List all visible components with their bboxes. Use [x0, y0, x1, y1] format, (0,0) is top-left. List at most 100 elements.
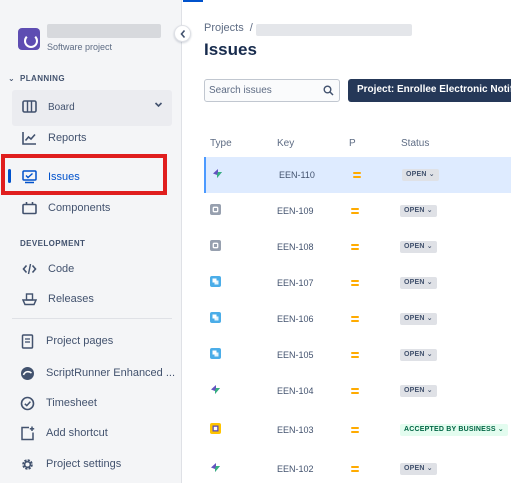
sidebar-item-label: Reports — [48, 132, 87, 144]
status-dropdown[interactable]: OPEN ⌄ — [400, 241, 437, 253]
subtask-type-icon — [210, 204, 221, 215]
breadcrumb-project-redacted[interactable] — [256, 24, 412, 36]
sidebar: Software project ⌄ PLANNING Board Report… — [0, 0, 182, 483]
status-dropdown[interactable]: OPEN ⌄ — [400, 313, 437, 325]
active-tab-underline — [183, 0, 203, 2]
status-dropdown[interactable]: OPEN ⌄ — [400, 277, 437, 289]
epic-type-icon — [211, 463, 220, 472]
page-title: Issues — [204, 40, 257, 59]
sidebar-item-label: Code — [48, 263, 75, 275]
project-header[interactable]: Software project — [12, 18, 177, 58]
code-icon — [22, 263, 37, 275]
table-row[interactable]: EEN-103 ACCEPTED BY BUSINESS ⌄ — [204, 412, 511, 448]
status-dropdown[interactable]: OPEN ⌄ — [400, 385, 437, 397]
column-header-status[interactable]: Status — [401, 138, 429, 149]
issue-key[interactable]: EEN-104 — [277, 386, 314, 396]
priority-medium-icon — [351, 352, 359, 360]
issue-key[interactable]: EEN-108 — [277, 242, 314, 252]
priority-medium-icon — [351, 244, 359, 252]
collapse-sidebar-button[interactable] — [174, 25, 191, 42]
custom-type-icon — [210, 423, 221, 434]
issue-key[interactable]: EEN-102 — [277, 464, 314, 474]
issue-key[interactable]: EEN-109 — [277, 206, 314, 216]
sidebar-item-label: Project pages — [46, 335, 114, 347]
priority-medium-icon — [351, 208, 359, 216]
releases-icon — [22, 293, 37, 306]
highlight-annotation — [1, 154, 167, 195]
priority-medium-icon — [351, 427, 359, 435]
priority-medium-icon — [351, 388, 359, 396]
project-avatar — [18, 28, 40, 50]
reports-icon — [22, 132, 36, 145]
sidebar-item-code[interactable]: Code — [12, 254, 172, 284]
priority-medium-icon — [353, 172, 361, 180]
sidebar-item-label: ScriptRunner Enhanced ... — [46, 367, 176, 379]
breadcrumb-projects[interactable]: Projects — [204, 22, 244, 34]
scriptrunner-icon — [21, 367, 34, 380]
search-icon — [323, 85, 334, 96]
sidebar-item-project-settings[interactable]: Project settings — [12, 449, 172, 479]
divider — [12, 318, 172, 319]
sidebar-item-label: Add shortcut — [46, 427, 108, 439]
table-row[interactable]: EEN-110 OPEN ⌄ — [204, 157, 511, 193]
table-row[interactable]: EEN-105 OPEN ⌄ — [204, 337, 511, 373]
sidebar-item-scriptrunner[interactable]: ScriptRunner Enhanced ... — [12, 358, 176, 388]
sidebar-item-label: Releases — [48, 293, 94, 305]
table-row[interactable]: EEN-104 OPEN ⌄ — [204, 373, 511, 409]
issue-key[interactable]: EEN-103 — [277, 425, 314, 435]
chevron-down-icon: ⌄ — [8, 74, 16, 83]
story-type-icon — [210, 312, 221, 323]
chevron-left-icon — [180, 29, 186, 39]
development-section-title: DEVELOPMENT — [20, 239, 86, 248]
sidebar-item-reports[interactable]: Reports — [12, 123, 172, 153]
issue-key[interactable]: EEN-107 — [277, 278, 314, 288]
document-icon — [21, 334, 34, 349]
status-dropdown[interactable]: ACCEPTED BY BUSINESS ⌄ — [400, 424, 508, 436]
project-type: Software project — [47, 42, 113, 52]
column-header-priority[interactable]: P — [349, 138, 356, 149]
sidebar-item-board[interactable]: Board — [12, 90, 172, 126]
priority-medium-icon — [351, 466, 359, 474]
sidebar-item-timesheet[interactable]: Timesheet — [12, 388, 172, 418]
sidebar-item-label: Timesheet — [46, 397, 97, 409]
issue-key[interactable]: EEN-105 — [277, 350, 314, 360]
priority-medium-icon — [351, 316, 359, 324]
table-row[interactable]: EEN-109 OPEN ⌄ — [204, 193, 511, 229]
project-filter-button[interactable]: Project: Enrollee Electronic Notif — [348, 79, 511, 102]
sidebar-item-project-pages[interactable]: Project pages — [12, 326, 172, 356]
subtask-type-icon — [210, 240, 221, 251]
table-row[interactable]: EEN-107 OPEN ⌄ — [204, 265, 511, 301]
sidebar-item-label: Components — [48, 202, 111, 214]
column-header-type[interactable]: Type — [210, 138, 232, 149]
issue-key[interactable]: EEN-106 — [277, 314, 314, 324]
status-dropdown[interactable]: OPEN ⌄ — [400, 463, 437, 475]
gear-icon — [22, 459, 33, 470]
table-row[interactable]: EEN-108 OPEN ⌄ — [204, 229, 511, 265]
main-content: Projects / Issues Project: Enrollee Elect… — [183, 0, 511, 483]
chevron-down-icon[interactable] — [154, 100, 163, 109]
search-box[interactable] — [204, 79, 340, 102]
clock-icon — [20, 396, 35, 411]
components-icon — [22, 202, 37, 215]
project-name-redacted — [47, 24, 161, 38]
sidebar-item-label: Project settings — [46, 458, 122, 470]
add-shortcut-icon — [21, 426, 35, 441]
issue-key[interactable]: EEN-110 — [279, 170, 315, 180]
status-dropdown[interactable]: OPEN ⌄ — [400, 205, 437, 217]
planning-section-title[interactable]: ⌄ PLANNING — [8, 74, 65, 83]
column-header-key[interactable]: Key — [277, 138, 294, 149]
story-type-icon — [210, 276, 221, 287]
status-dropdown[interactable]: OPEN ⌄ — [400, 349, 437, 361]
search-input[interactable] — [209, 83, 319, 98]
board-icon — [22, 100, 37, 113]
story-type-icon — [210, 348, 221, 359]
table-row[interactable]: EEN-106 OPEN ⌄ — [204, 301, 511, 337]
status-dropdown[interactable]: OPEN ⌄ — [402, 169, 439, 181]
epic-type-icon — [211, 385, 220, 394]
breadcrumb-separator: / — [249, 22, 253, 34]
sidebar-item-releases[interactable]: Releases — [12, 284, 172, 314]
table-row[interactable]: EEN-102 OPEN ⌄ — [204, 451, 511, 483]
sidebar-item-add-shortcut[interactable]: Add shortcut — [12, 418, 172, 448]
sidebar-item-label: Board — [48, 102, 75, 113]
sidebar-item-components[interactable]: Components — [12, 193, 172, 223]
